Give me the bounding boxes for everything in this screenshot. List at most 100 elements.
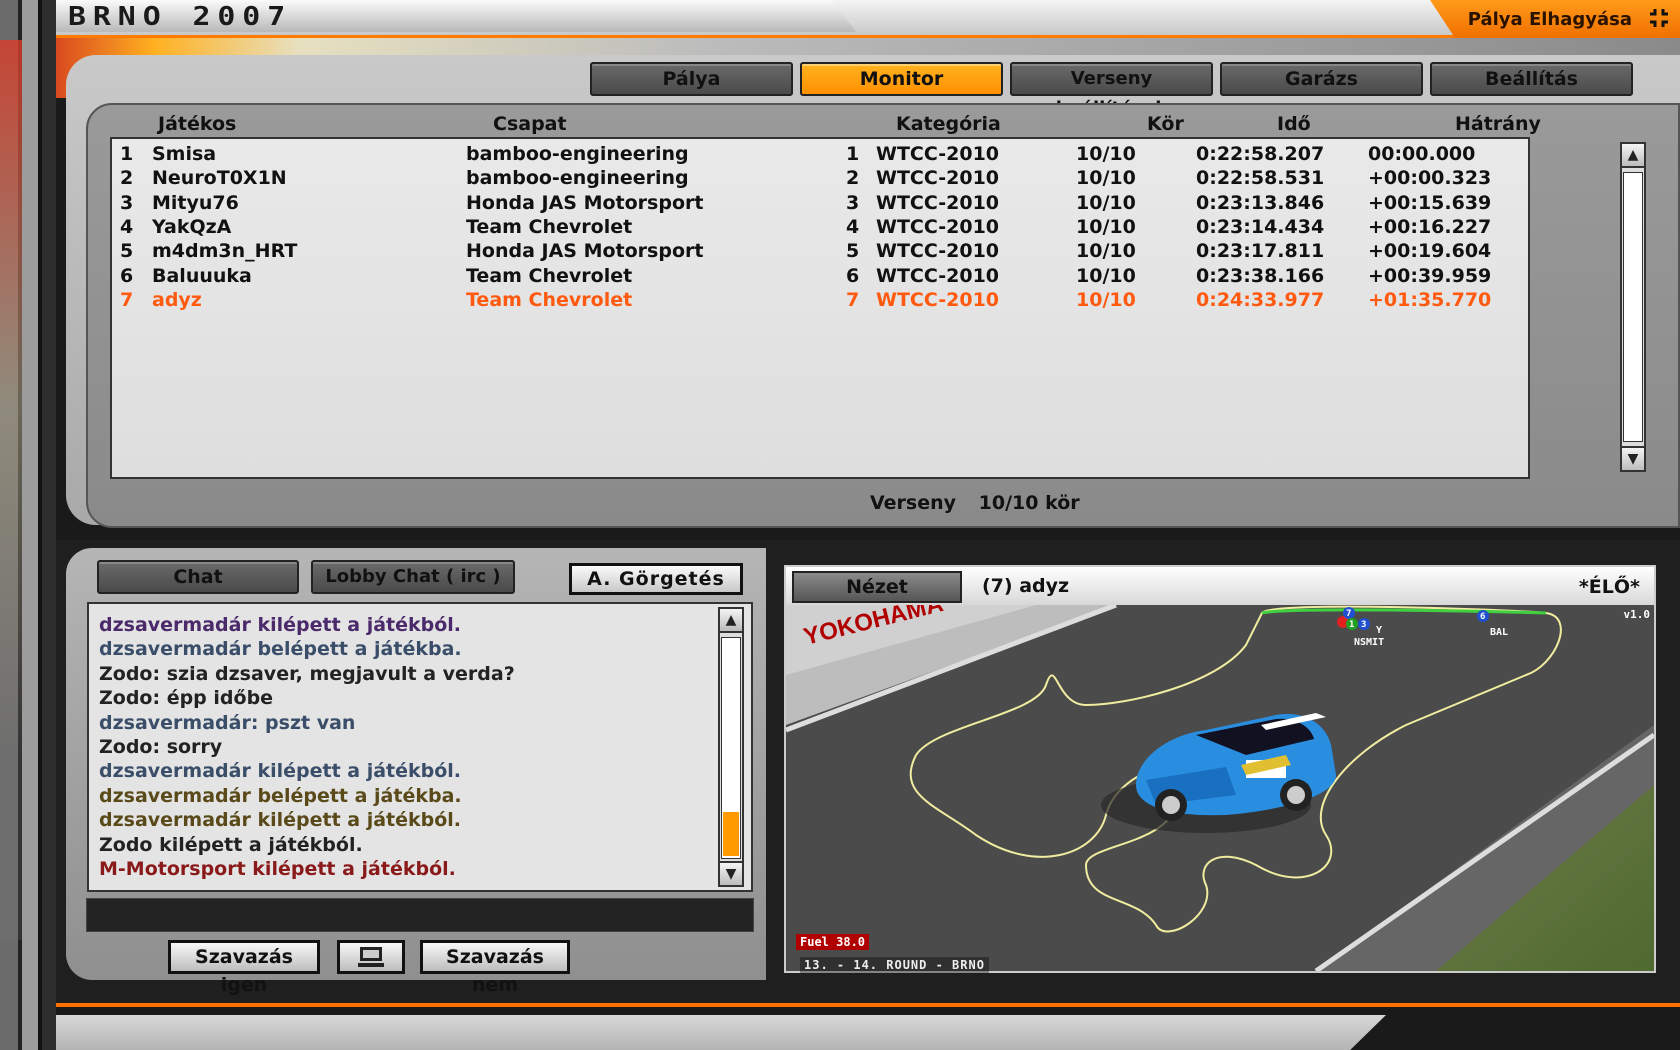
fullscreen-exit-icon[interactable] bbox=[1648, 7, 1670, 29]
chat-message: Zodo: épp időbe bbox=[99, 687, 274, 710]
cell-team: Team Chevrolet bbox=[466, 215, 633, 238]
cell-time: 0:24:33.977 bbox=[1196, 288, 1325, 311]
table-row[interactable]: 6 Baluuuka Team Chevrolet 6 WTCC-2010 10/10 0:… bbox=[112, 265, 1532, 289]
cell-category: WTCC-2010 bbox=[876, 288, 1000, 311]
tab-lobby-chat[interactable]: Lobby Chat ( irc ) bbox=[311, 560, 515, 594]
cell-gap: +00:00.323 bbox=[1368, 167, 1492, 190]
col-header-time[interactable]: Idő bbox=[1277, 113, 1311, 135]
view-header: Nézet (7) adyz *ÉLŐ* bbox=[786, 567, 1654, 605]
view-button[interactable]: Nézet bbox=[792, 571, 962, 603]
table-row[interactable]: 3 Mityu76 Honda JAS Motorsport 3 WTCC-2010 10… bbox=[112, 192, 1532, 216]
chat-input[interactable] bbox=[86, 898, 754, 932]
cell-laps: 10/10 bbox=[1076, 240, 1136, 263]
cell-gap: +00:16.227 bbox=[1368, 215, 1492, 238]
cell-player: m4dm3n_HRT bbox=[152, 240, 298, 263]
table-row[interactable]: 4 YakQzA Team Chevrolet 4 WTCC-2010 10/10 0:23… bbox=[112, 216, 1532, 240]
cell-cat-pos: 6 bbox=[846, 264, 860, 287]
col-header-team[interactable]: Csapat bbox=[493, 113, 567, 135]
chat-scrollbar[interactable]: ▲ ▼ bbox=[718, 607, 744, 887]
cell-time: 0:23:13.846 bbox=[1196, 191, 1325, 214]
chat-scroll-up-button[interactable]: ▲ bbox=[718, 607, 744, 633]
table-row[interactable]: 1 Smisa bamboo-engineering 1 WTCC-2010 10/10 0… bbox=[112, 143, 1532, 167]
chat-message: dzsavermadár: pszt van bbox=[99, 711, 356, 734]
table-row[interactable]: 2 NeuroT0X1N bamboo-engineering 2 WTCC-2010 1… bbox=[112, 167, 1532, 191]
tab-chat[interactable]: Chat bbox=[97, 560, 299, 594]
tab-monitor[interactable]: Monitor bbox=[800, 62, 1003, 96]
race-status-value: 10/10 kör bbox=[978, 492, 1080, 514]
col-header-player[interactable]: Játékos bbox=[158, 113, 236, 135]
chat-scroll-track[interactable] bbox=[721, 637, 741, 859]
cell-player: NeuroT0X1N bbox=[152, 167, 287, 190]
cell-cat-pos: 7 bbox=[846, 288, 860, 311]
marker-6: 6 bbox=[1480, 612, 1485, 622]
cell-time: 0:22:58.207 bbox=[1196, 143, 1325, 165]
map-label-bal: BAL bbox=[1490, 627, 1508, 638]
live-badge: *ÉLŐ* bbox=[1578, 576, 1640, 598]
tab-settings[interactable]: Beállítás bbox=[1430, 62, 1633, 96]
map-label-y: Y bbox=[1376, 625, 1382, 636]
scroll-track[interactable] bbox=[1623, 172, 1643, 442]
cell-gap: +00:19.604 bbox=[1368, 240, 1492, 263]
cell-pos: 4 bbox=[120, 215, 134, 238]
col-header-gap[interactable]: Hátrány bbox=[1455, 113, 1541, 135]
cell-pos: 7 bbox=[120, 288, 134, 311]
race-camera-view: YOKOHAMA 7 1 3 6 Y NSMIT BAL bbox=[786, 605, 1654, 971]
autoscroll-button[interactable]: A. Görgetés bbox=[569, 563, 743, 595]
tab-palya[interactable]: Pálya bbox=[590, 62, 793, 96]
cell-player: Baluuuka bbox=[152, 264, 252, 287]
leave-track-button[interactable]: Pálya Elhagyása bbox=[1430, 0, 1680, 38]
table-row[interactable]: 5 m4dm3n_HRT Honda JAS Motorsport 5 WTCC-201… bbox=[112, 240, 1532, 264]
version-label: v1.0 bbox=[1623, 608, 1651, 621]
cell-time: 0:23:17.811 bbox=[1196, 240, 1325, 263]
scroll-down-button[interactable]: ▼ bbox=[1620, 446, 1646, 472]
track-title: BRNO 2007 bbox=[68, 2, 293, 32]
chat-message: dzsavermadár kilépett a játékból. bbox=[99, 614, 462, 636]
vote-yes-button[interactable]: Szavazás igen bbox=[168, 940, 320, 996]
marker-7: 7 bbox=[1346, 609, 1351, 619]
cell-team: Honda JAS Motorsport bbox=[466, 240, 704, 263]
results-table: 1 Smisa bamboo-engineering 1 WTCC-2010 10/10 0… bbox=[110, 137, 1530, 479]
cell-player: Mityu76 bbox=[152, 191, 239, 214]
view-driver: (7) adyz bbox=[982, 575, 1070, 597]
cell-team: Team Chevrolet bbox=[466, 288, 633, 311]
race-scene: YOKOHAMA 7 1 3 6 Y NSMIT BAL bbox=[786, 605, 1654, 971]
cell-cat-pos: 2 bbox=[846, 167, 860, 190]
col-header-laps[interactable]: Kör bbox=[1147, 113, 1184, 135]
cell-time: 0:23:38.166 bbox=[1196, 264, 1325, 287]
vote-no-button[interactable]: Szavazás nem bbox=[420, 940, 570, 996]
chat-scroll-thumb[interactable] bbox=[723, 812, 739, 856]
tab-race-settings[interactable]: Verseny beállítások bbox=[1010, 62, 1213, 119]
monitor-icon bbox=[358, 947, 384, 967]
cell-gap: +00:39.959 bbox=[1368, 264, 1492, 287]
cell-cat-pos: 4 bbox=[846, 215, 860, 238]
chat-scroll-down-button[interactable]: ▼ bbox=[718, 861, 744, 887]
cell-pos: 2 bbox=[120, 167, 134, 190]
tab-garage[interactable]: Garázs bbox=[1220, 62, 1423, 96]
cell-pos: 5 bbox=[120, 240, 134, 263]
marker-1: 1 bbox=[1349, 620, 1354, 630]
cell-cat-pos: 1 bbox=[846, 143, 860, 165]
cell-category: WTCC-2010 bbox=[876, 191, 1000, 214]
chat-message: dzsavermadár kilépett a játékból. bbox=[99, 809, 462, 832]
chat-message: dzsavermadár belépett a játékba. bbox=[99, 638, 462, 661]
results-scrollbar[interactable]: ▲ ▼ bbox=[1620, 142, 1646, 472]
scroll-up-button[interactable]: ▲ bbox=[1620, 142, 1646, 168]
bottom-strip-light bbox=[56, 1015, 1386, 1050]
vote-monitor-button[interactable] bbox=[337, 940, 405, 974]
leave-track-label: Pálya Elhagyása bbox=[1467, 9, 1632, 30]
cell-laps: 10/10 bbox=[1076, 167, 1136, 190]
chat-message: Zodo: sorry bbox=[99, 736, 223, 758]
cell-cat-pos: 5 bbox=[846, 240, 860, 263]
cell-gap: +01:35.770 bbox=[1368, 288, 1492, 311]
col-header-category[interactable]: Kategória bbox=[896, 113, 1001, 135]
chat-message: Zodo: szia dzsaver, megjavult a verda? bbox=[99, 662, 515, 685]
map-label-nsmit: NSMIT bbox=[1354, 637, 1384, 648]
chat-message: Zodo kilépett a játékból. bbox=[99, 833, 363, 856]
cell-category: WTCC-2010 bbox=[876, 264, 1000, 287]
cell-player: YakQzA bbox=[152, 215, 232, 238]
cell-player: adyz bbox=[152, 288, 202, 311]
cell-laps: 10/10 bbox=[1076, 215, 1136, 238]
fuel-readout: Fuel 38.0 bbox=[796, 934, 870, 950]
table-row[interactable]: 7 adyz Team Chevrolet 7 WTCC-2010 10/10 0:24:3… bbox=[112, 289, 1532, 313]
cell-cat-pos: 3 bbox=[846, 191, 860, 214]
